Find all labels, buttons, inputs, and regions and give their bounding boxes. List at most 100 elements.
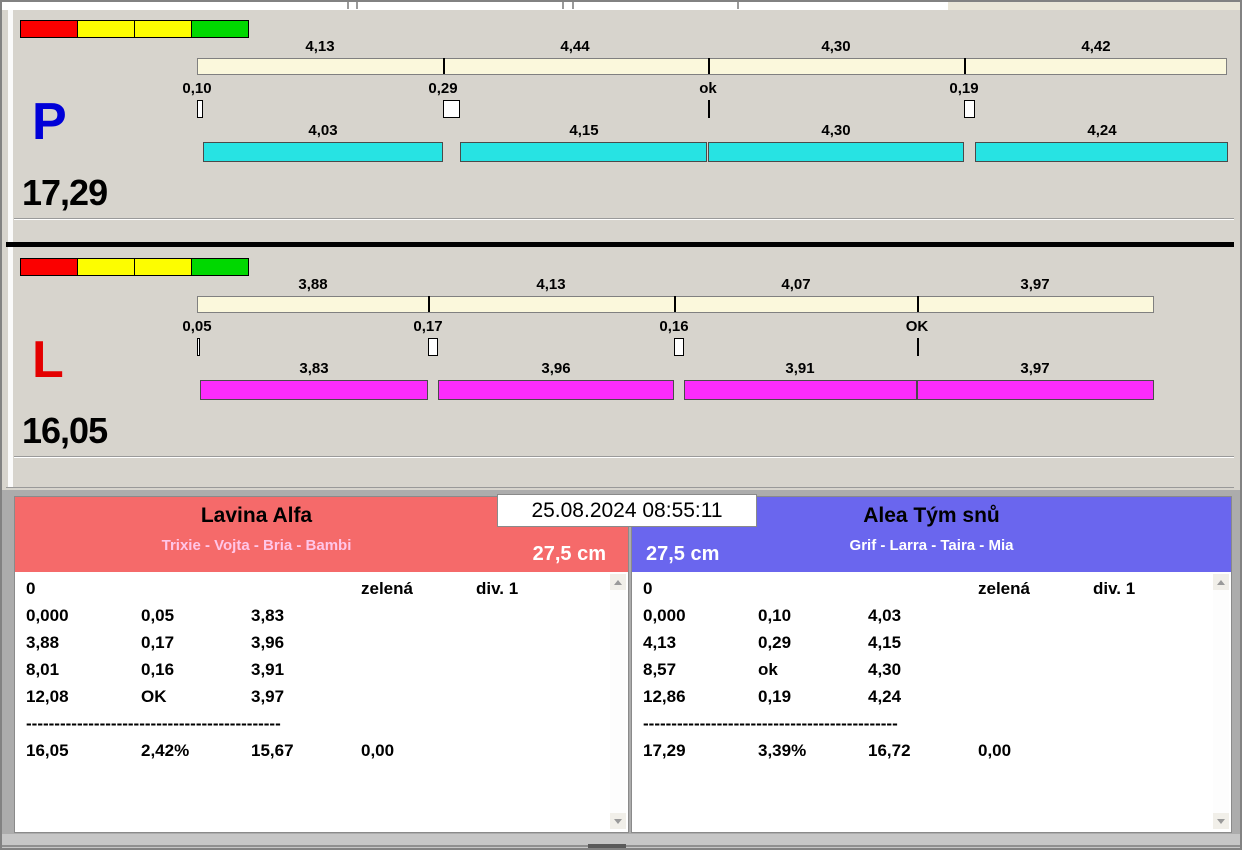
table-cell: 0,000 [26, 606, 69, 625]
table-cell: ok [758, 660, 778, 679]
table-cell: 0 [643, 579, 653, 598]
table-cell: 0,17 [141, 633, 175, 652]
team-members: Grif - Larra - Taira - Mia [849, 537, 1014, 554]
crossing-marker [674, 338, 684, 356]
table-cell: div. 1 [1093, 579, 1136, 598]
top-edge-strip [2, 2, 1240, 10]
scroll-down-button[interactable] [610, 813, 626, 829]
crossing-delay-label: 0,05 [182, 318, 212, 335]
dog-run-bar [438, 380, 674, 400]
split-row: 0,000 0,05 3,83 [15, 606, 628, 633]
start-light-box [77, 258, 135, 276]
crossing-delay-label: 0,10 [182, 80, 212, 97]
arrow-down-icon [1217, 818, 1225, 824]
team-panel-left: Lavina Alfa Trixie - Vojta - Bria - Bamb… [14, 496, 629, 833]
scroll-down-button[interactable] [1213, 813, 1229, 829]
dog-run-bar [684, 380, 917, 400]
arrow-up-icon [614, 579, 622, 585]
table-cell: 2,42% [141, 741, 190, 760]
scroll-up-button[interactable] [1213, 574, 1229, 590]
team-members: Trixie - Vojta - Bria - Bambi [161, 537, 352, 554]
crossing-delay-label: ok [699, 80, 717, 97]
crossing-marker [428, 338, 438, 356]
dog-time-label: 3,97 [1020, 360, 1050, 377]
team-name: Lavina Alfa [200, 504, 313, 527]
table-cell: OK [141, 687, 167, 706]
table-cell: 4,15 [868, 633, 902, 652]
table-cell: 12,08 [26, 687, 69, 706]
split-tick [964, 58, 966, 74]
table-cell: 0,29 [758, 633, 792, 652]
crossing-marker [197, 100, 203, 118]
table-cell: zelená [361, 579, 413, 598]
crossing-delay-label: 0,29 [428, 80, 458, 97]
scrollbar[interactable] [1213, 574, 1229, 829]
table-cell: 12,86 [643, 687, 686, 706]
crossing-delay-label: 0,16 [659, 318, 689, 335]
bottom-edge-strip [2, 834, 1240, 848]
split-row: 0,000 0,10 4,03 [632, 606, 1231, 633]
table-cell: ----------------------------------------… [26, 714, 281, 733]
table-cell: 0,19 [758, 687, 792, 706]
table-cell: 3,96 [251, 633, 285, 652]
results-section: Lavina Alfa Trixie - Vojta - Bria - Bamb… [2, 490, 1240, 834]
totals-row: 17,29 3,39% 16,72 0,00 [632, 741, 1231, 768]
table-cell: 8,01 [26, 660, 60, 679]
table-cell: 3,91 [251, 660, 285, 679]
panel-highlight [8, 10, 13, 488]
timestamp: 25.08.2024 08:55:11 [497, 494, 757, 527]
app-window: P 17,29 4,13 4,44 4,30 4,42 0,10 0,29 ok 0,19 4,03… [0, 0, 1242, 850]
split-row: 3,88 0,17 3,96 [15, 633, 628, 660]
crossing-delay-label: 0,19 [949, 80, 979, 97]
lane-panel-p: P 17,29 4,13 4,44 4,30 4,42 0,10 0,29 ok 0,19 4,03… [14, 12, 1234, 242]
table-cell: 16,72 [868, 741, 911, 760]
start-lights [20, 20, 249, 38]
split-row: 12,08 OK 3,97 [15, 687, 628, 714]
split-time-label: 3,88 [298, 276, 328, 293]
table-cell: 16,05 [26, 741, 69, 760]
crossing-delay-label: 0,17 [413, 318, 443, 335]
separator-groove [14, 218, 1234, 220]
dog-run-bar [203, 142, 443, 162]
edge-artifact [356, 2, 358, 9]
totals-row: 16,05 2,42% 15,67 0,00 [15, 741, 628, 768]
table-cell: 0 [26, 579, 36, 598]
split-time-label: 4,44 [560, 38, 590, 55]
table-cell: div. 1 [476, 579, 519, 598]
dog-run-bar [708, 142, 964, 162]
table-cell: 4,30 [868, 660, 902, 679]
table-cell: 3,39% [758, 741, 807, 760]
start-light-box [191, 20, 249, 38]
lanes-section: P 17,29 4,13 4,44 4,30 4,42 0,10 0,29 ok 0,19 4,03… [2, 10, 1240, 490]
table-cell: 4,24 [868, 687, 902, 706]
edge-artifact [737, 2, 739, 9]
separator-groove [14, 456, 1234, 458]
team-panel-right: Alea Tým snů Grif - Larra - Taira - Mia … [631, 496, 1232, 833]
table-cell: 0,10 [758, 606, 792, 625]
team-results-text[interactable]: 0 zelená div. 1 0,000 0,10 4,03 4,13 0,29 4,15 8,… [632, 572, 1231, 832]
dog-time-label: 4,24 [1087, 122, 1117, 139]
jump-height-label: 27,5 cm [532, 543, 606, 565]
crossing-marker [964, 100, 975, 118]
scroll-up-button[interactable] [610, 574, 626, 590]
start-light-box [191, 258, 249, 276]
split-time-label: 4,07 [781, 276, 811, 293]
dog-time-label: 3,91 [785, 360, 815, 377]
start-light-box [134, 20, 192, 38]
start-light-box [134, 258, 192, 276]
split-row: 12,86 0,19 4,24 [632, 687, 1231, 714]
dog-run-bar [975, 142, 1228, 162]
scrollbar[interactable] [610, 574, 626, 829]
edge-artifact [562, 2, 564, 9]
dog-time-label: 4,30 [821, 122, 851, 139]
arrow-down-icon [614, 818, 622, 824]
split-time-label: 4,30 [821, 38, 851, 55]
crossing-delay-label: OK [905, 318, 929, 335]
split-row: 8,57 ok 4,30 [632, 660, 1231, 687]
dog-run-bar [460, 142, 707, 162]
team-results-text[interactable]: 0 zelená div. 1 0,000 0,05 3,83 3,88 0,17 3,96 8,… [15, 572, 628, 832]
lane-divider [6, 242, 1234, 247]
table-cell: 3,97 [251, 687, 285, 706]
divider-row: ----------------------------------------… [15, 714, 628, 741]
lane-total-time: 17,29 [22, 172, 108, 213]
